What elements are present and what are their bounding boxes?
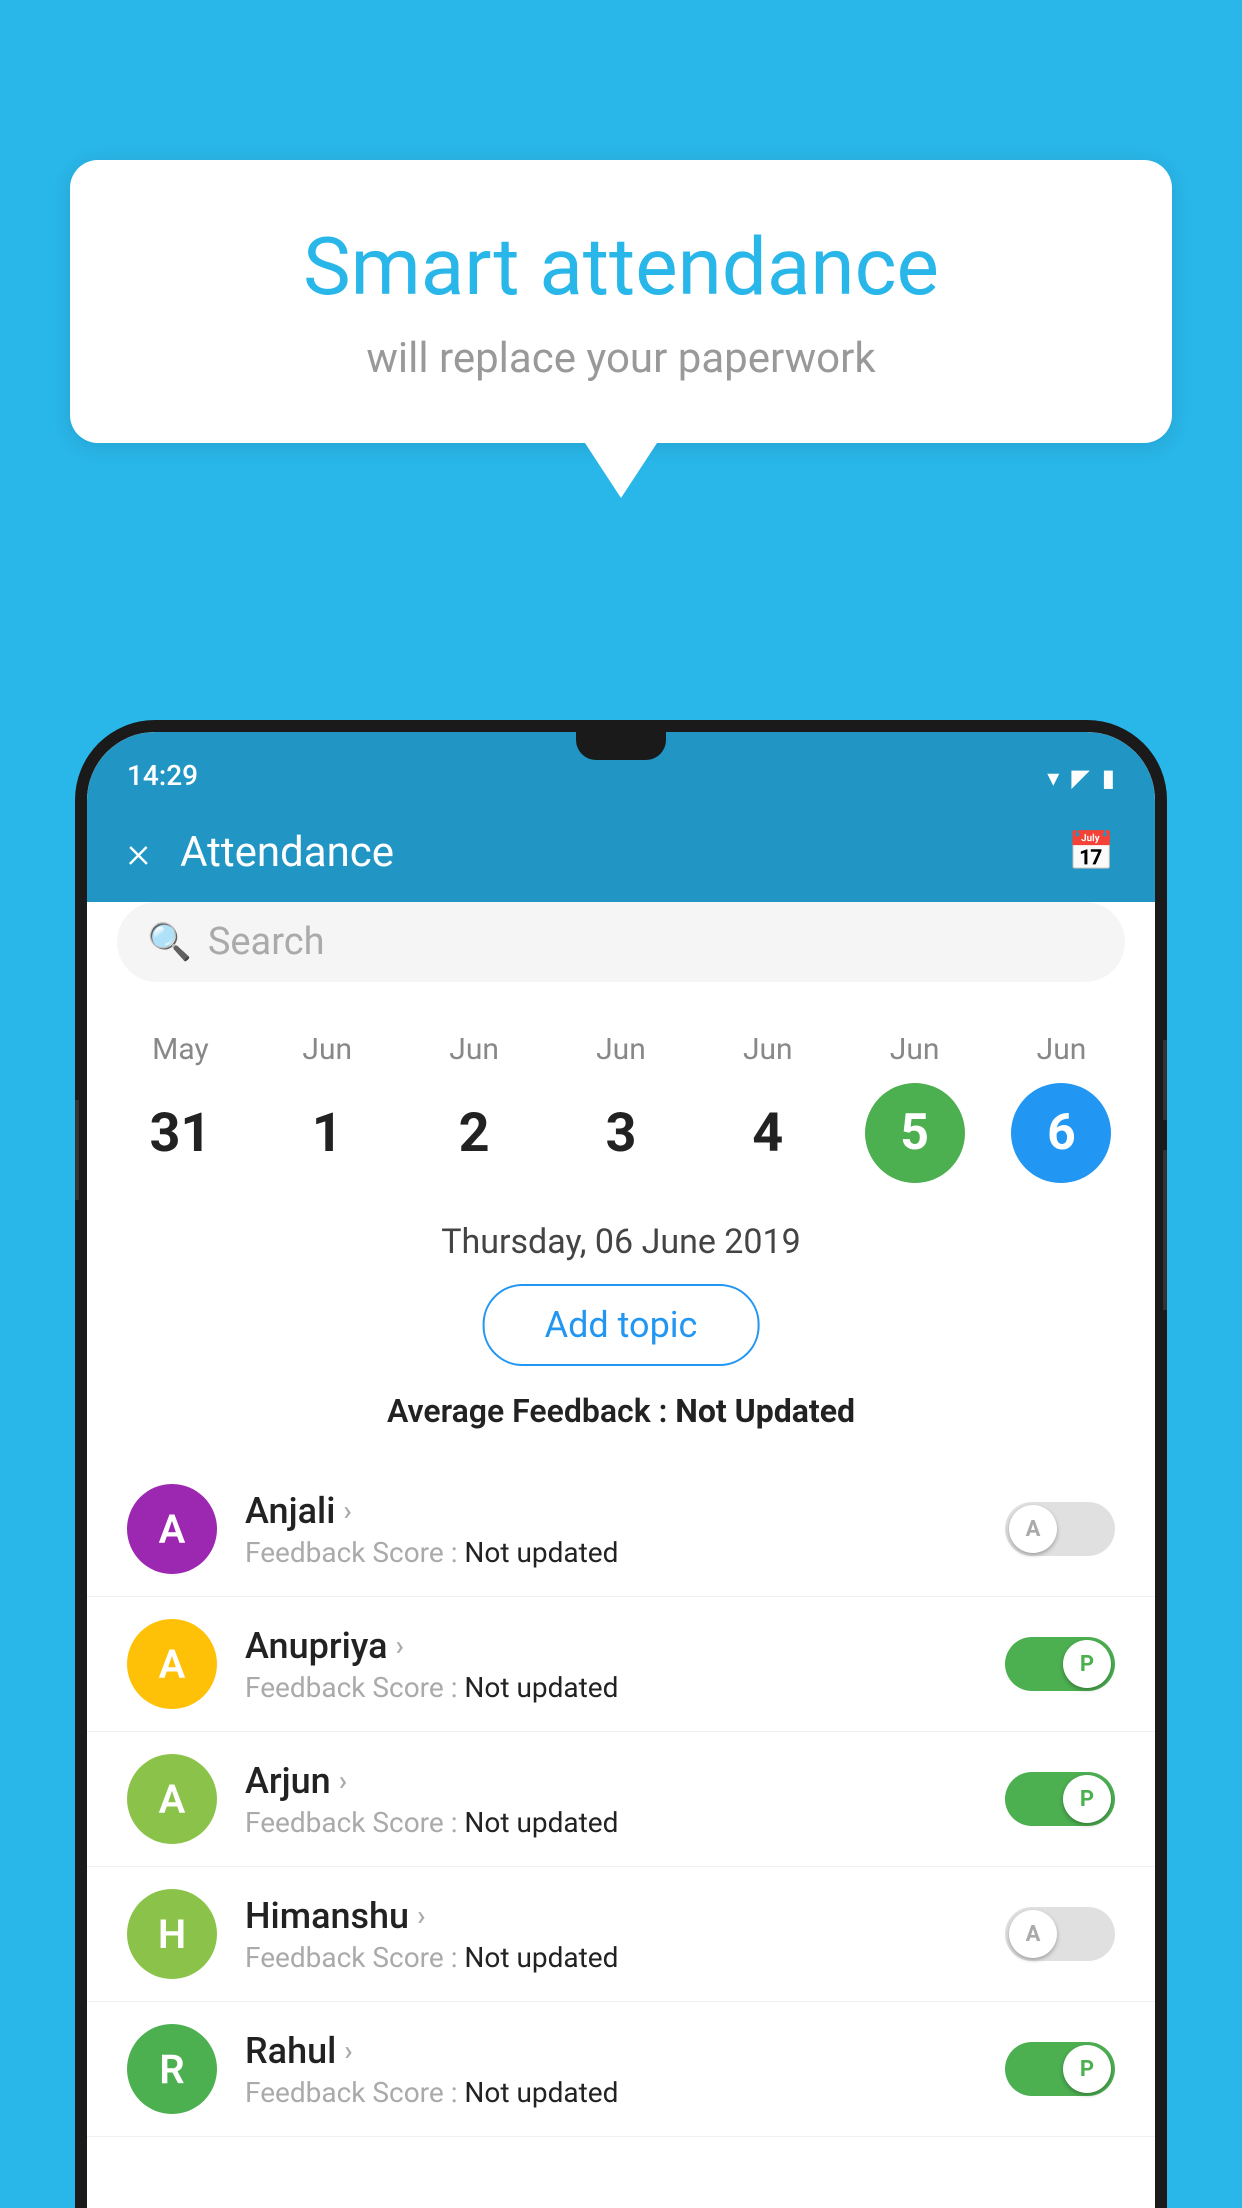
cal-date-number[interactable]: 5 — [865, 1083, 965, 1183]
cal-month-label: Jun — [302, 1032, 352, 1067]
student-info: Rahul › Feedback Score : Not updated — [245, 2030, 977, 2109]
chevron-right-icon: › — [417, 1899, 425, 1932]
cal-month-label: May — [152, 1032, 208, 1067]
chevron-right-icon: › — [396, 1629, 404, 1662]
feedback-score: Feedback Score : Not updated — [245, 2076, 977, 2109]
selected-date-label: Thursday, 06 June 2019 — [87, 1222, 1155, 1262]
cal-month-label: Jun — [596, 1032, 646, 1067]
toggle-container[interactable]: P — [1005, 1772, 1115, 1826]
cal-month-label: Jun — [449, 1032, 499, 1067]
speech-bubble-arrow — [585, 443, 657, 498]
chevron-right-icon: › — [343, 1494, 351, 1527]
search-icon: 🔍 — [147, 921, 192, 963]
cal-month-label: Jun — [890, 1032, 940, 1067]
attendance-toggle[interactable]: A — [1005, 1907, 1115, 1961]
status-icons: ▾ ◤ ▮ — [1047, 764, 1115, 792]
attendance-toggle[interactable]: P — [1005, 1637, 1115, 1691]
calendar-strip: May 31 Jun 1 Jun 2 Jun 3 Jun 4 Jun 5 Jun 6 — [87, 1002, 1155, 1203]
calendar-day[interactable]: Jun 3 — [556, 1032, 686, 1183]
student-item[interactable]: A Anupriya › Feedback Score : Not updated P — [87, 1597, 1155, 1732]
search-placeholder: Search — [208, 920, 325, 964]
student-avatar: A — [127, 1754, 217, 1844]
cal-month-label: Jun — [1037, 1032, 1087, 1067]
calendar-day[interactable]: Jun 2 — [409, 1032, 539, 1183]
avg-feedback-value: Not Updated — [675, 1392, 855, 1430]
notch — [576, 732, 666, 760]
chevron-right-icon: › — [344, 2034, 352, 2067]
student-info: Himanshu › Feedback Score : Not updated — [245, 1895, 977, 1974]
bubble-subtitle: will replace your paperwork — [150, 334, 1092, 383]
student-avatar: A — [127, 1619, 217, 1709]
student-item[interactable]: A Anjali › Feedback Score : Not updated A — [87, 1462, 1155, 1597]
student-name: Rahul › — [245, 2030, 977, 2072]
attendance-toggle[interactable]: P — [1005, 1772, 1115, 1826]
toggle-knob: P — [1063, 2045, 1111, 2093]
student-list: AAnjali ›Feedback Score : Not updatedAAA… — [87, 1462, 1155, 2208]
feedback-score: Feedback Score : Not updated — [245, 1671, 977, 1704]
cal-date-number[interactable]: 4 — [718, 1083, 818, 1183]
attendance-toggle[interactable]: P — [1005, 2042, 1115, 2096]
feedback-score: Feedback Score : Not updated — [245, 1941, 977, 1974]
student-name: Anupriya › — [245, 1625, 977, 1667]
student-info: Anjali › Feedback Score : Not updated — [245, 1490, 977, 1569]
speech-bubble: Smart attendance will replace your paper… — [70, 160, 1172, 443]
toggle-knob: P — [1063, 1775, 1111, 1823]
cal-date-number[interactable]: 1 — [277, 1083, 377, 1183]
calendar-day[interactable]: Jun 1 — [262, 1032, 392, 1183]
student-name: Himanshu › — [245, 1895, 977, 1937]
phone-screen: 14:29 ▾ ◤ ▮ × Attendance 📅 🔍 Search May 3… — [87, 732, 1155, 2208]
bubble-title: Smart attendance — [150, 220, 1092, 314]
attendance-toggle[interactable]: A — [1005, 1502, 1115, 1556]
toggle-container[interactable]: A — [1005, 1502, 1115, 1556]
student-avatar: R — [127, 2024, 217, 2114]
add-topic-button[interactable]: Add topic — [483, 1284, 760, 1366]
power-button-top — [1163, 1040, 1167, 1120]
battery-icon: ▮ — [1102, 764, 1115, 792]
calendar-icon[interactable]: 📅 — [1068, 830, 1115, 874]
cal-date-number[interactable]: 6 — [1011, 1083, 1111, 1183]
calendar-day[interactable]: Jun 4 — [703, 1032, 833, 1183]
chevron-right-icon: › — [339, 1764, 347, 1797]
cal-date-number[interactable]: 2 — [424, 1083, 524, 1183]
search-bar[interactable]: 🔍 Search — [117, 902, 1125, 982]
toggle-knob: P — [1063, 1640, 1111, 1688]
app-bar: × Attendance 📅 — [87, 802, 1155, 902]
speech-bubble-container: Smart attendance will replace your paper… — [70, 160, 1172, 498]
avg-feedback: Average Feedback : Not Updated — [87, 1392, 1155, 1430]
avg-feedback-label: Average Feedback : — [387, 1392, 675, 1430]
signal-icon: ◤ — [1071, 764, 1089, 792]
cal-date-number[interactable]: 3 — [571, 1083, 671, 1183]
power-button-bottom — [1163, 1150, 1167, 1310]
close-button[interactable]: × — [127, 826, 150, 878]
feedback-score: Feedback Score : Not updated — [245, 1806, 977, 1839]
phone-frame: 14:29 ▾ ◤ ▮ × Attendance 📅 🔍 Search May 3… — [75, 720, 1167, 2208]
cal-month-label: Jun — [743, 1032, 793, 1067]
calendar-day[interactable]: May 31 — [115, 1032, 245, 1183]
student-info: Anupriya › Feedback Score : Not updated — [245, 1625, 977, 1704]
cal-date-number[interactable]: 31 — [130, 1083, 230, 1183]
student-item[interactable]: R Rahul › Feedback Score : Not updated P — [87, 2002, 1155, 2137]
student-item[interactable]: A Arjun › Feedback Score : Not updated P — [87, 1732, 1155, 1867]
app-title: Attendance — [180, 828, 1068, 877]
feedback-score: Feedback Score : Not updated — [245, 1536, 977, 1569]
toggle-container[interactable]: A — [1005, 1907, 1115, 1961]
toggle-knob: A — [1009, 1505, 1057, 1553]
calendar-day[interactable]: Jun 5 — [850, 1032, 980, 1183]
student-info: Arjun › Feedback Score : Not updated — [245, 1760, 977, 1839]
calendar-day[interactable]: Jun 6 — [996, 1032, 1126, 1183]
student-avatar: A — [127, 1484, 217, 1574]
student-item[interactable]: H Himanshu › Feedback Score : Not updated A — [87, 1867, 1155, 2002]
status-time: 14:29 — [127, 759, 1047, 792]
wifi-icon: ▾ — [1047, 764, 1059, 792]
student-name: Arjun › — [245, 1760, 977, 1802]
toggle-container[interactable]: P — [1005, 1637, 1115, 1691]
toggle-knob: A — [1009, 1910, 1057, 1958]
toggle-container[interactable]: P — [1005, 2042, 1115, 2096]
volume-button — [75, 1100, 79, 1200]
student-avatar: H — [127, 1889, 217, 1979]
student-name: Anjali › — [245, 1490, 977, 1532]
